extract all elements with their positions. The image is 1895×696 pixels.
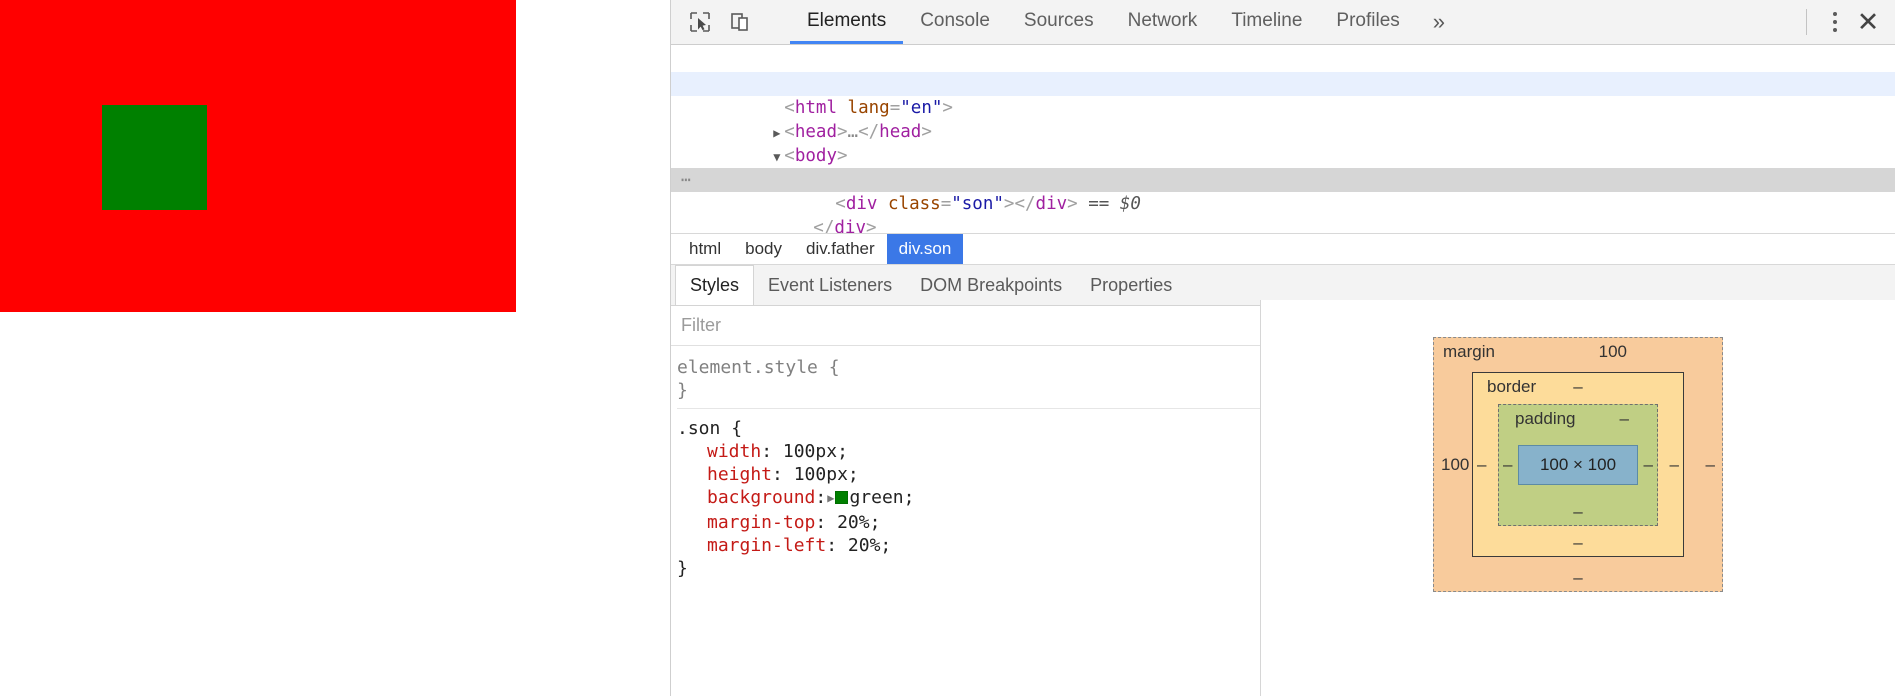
color-swatch-green[interactable]: [835, 491, 849, 504]
device-toolbar-icon[interactable]: [725, 7, 755, 37]
margin-right-value[interactable]: –: [1706, 455, 1715, 475]
value-background: green: [849, 487, 904, 508]
tab-timeline[interactable]: Timeline: [1214, 0, 1319, 44]
element-style-selector: element.style: [677, 357, 818, 378]
padding-top-value[interactable]: –: [1620, 409, 1629, 429]
tab-elements[interactable]: Elements: [790, 0, 904, 44]
more-options-dots-icon[interactable]: ⋯: [681, 168, 691, 192]
border-right-value[interactable]: –: [1670, 455, 1679, 475]
devtools-window: Elements Console Sources Network Timelin…: [0, 0, 1895, 696]
inspect-element-icon[interactable]: [685, 7, 715, 37]
close-icon[interactable]: ✕: [1851, 5, 1885, 39]
dom-line-doctype[interactable]: <!DOCTYPE html>: [671, 48, 1895, 94]
devtools-tab-bar: Elements Console Sources Network Timelin…: [790, 0, 1461, 44]
prop-background: background: [707, 487, 816, 508]
expand-shorthand-icon[interactable]: ▶: [827, 487, 834, 510]
toolbar-right-group: ✕: [1794, 0, 1895, 44]
box-model-border[interactable]: border – – – – padding – – – – 100 × 100: [1472, 372, 1684, 557]
box-model-content[interactable]: 100 × 100: [1518, 444, 1638, 485]
margin-left-value[interactable]: 100: [1441, 455, 1469, 475]
box-model-pane: margin 100 – 100 – border – – – – paddin…: [1260, 300, 1895, 696]
toolbar-divider-right: [1806, 9, 1807, 35]
breadcrumb-item-html[interactable]: html: [677, 234, 733, 264]
dom-line-body-close[interactable]: </body>: [671, 216, 1895, 233]
padding-label: padding: [1515, 408, 1576, 428]
value-height: 100px: [793, 464, 848, 485]
value-margin-top: 20%: [837, 512, 870, 533]
devtools-toolbar: Elements Console Sources Network Timelin…: [671, 0, 1895, 45]
box-model-padding[interactable]: padding – – – – 100 × 100: [1498, 403, 1658, 526]
breadcrumb-item-body[interactable]: body: [733, 234, 794, 264]
tab-sources[interactable]: Sources: [1007, 0, 1111, 44]
toolbar-icon-group: [671, 0, 790, 44]
box-model-margin[interactable]: margin 100 – 100 – border – – – – paddin…: [1433, 337, 1723, 592]
padding-right-value[interactable]: –: [1644, 455, 1653, 475]
dom-line-father-close[interactable]: </div>: [671, 192, 1895, 233]
padding-left-value[interactable]: –: [1503, 455, 1512, 475]
margin-top-value[interactable]: 100: [1599, 342, 1627, 362]
margin-label: margin: [1443, 342, 1495, 361]
tab-styles[interactable]: Styles: [675, 265, 755, 305]
tab-network[interactable]: Network: [1111, 0, 1215, 44]
prop-margin-left: margin-left: [707, 535, 827, 556]
breadcrumb: html body div.father div.son: [671, 233, 1895, 265]
dom-tree: <!DOCTYPE html> <html lang="en"> ▶<head>…: [671, 45, 1895, 233]
prop-width: width: [707, 441, 762, 462]
page-viewport: [0, 0, 670, 696]
dom-line-head[interactable]: ▶ <head>…</head>: [671, 96, 1895, 142]
prop-height: height: [707, 464, 773, 485]
more-tabs-icon[interactable]: »: [1417, 0, 1461, 44]
value-margin-left: 20%: [847, 535, 881, 556]
border-left-value[interactable]: –: [1477, 455, 1486, 475]
prop-margin-top: margin-top: [707, 512, 816, 533]
dom-line-son[interactable]: ⋯ <div class="son"></div> == $0: [671, 168, 1895, 214]
father-div: [0, 0, 516, 312]
kebab-menu-icon[interactable]: [1821, 7, 1849, 37]
son-selector: .son: [677, 418, 721, 439]
dom-line-father-open[interactable]: ▼<div class="father">: [671, 144, 1895, 190]
son-div: [102, 105, 207, 210]
tab-profiles[interactable]: Profiles: [1319, 0, 1416, 44]
breadcrumb-item-div-father[interactable]: div.father: [794, 234, 887, 264]
padding-bottom-value[interactable]: –: [1573, 502, 1582, 522]
border-label: border: [1487, 377, 1537, 396]
border-bottom-value[interactable]: –: [1573, 533, 1582, 553]
dom-line-body-open[interactable]: ▼ <body>: [671, 120, 1895, 166]
tab-properties[interactable]: Properties: [1076, 265, 1186, 305]
value-width: 100px: [782, 441, 838, 462]
margin-bottom-value[interactable]: –: [1573, 568, 1582, 588]
tab-dom-breakpoints[interactable]: DOM Breakpoints: [906, 265, 1076, 305]
tab-console[interactable]: Console: [903, 0, 1007, 44]
breadcrumb-item-div-son[interactable]: div.son: [886, 234, 964, 264]
tab-event-listeners[interactable]: Event Listeners: [754, 265, 906, 305]
dom-line-html[interactable]: <html lang="en">: [671, 72, 1895, 118]
border-top-value[interactable]: –: [1573, 377, 1582, 397]
